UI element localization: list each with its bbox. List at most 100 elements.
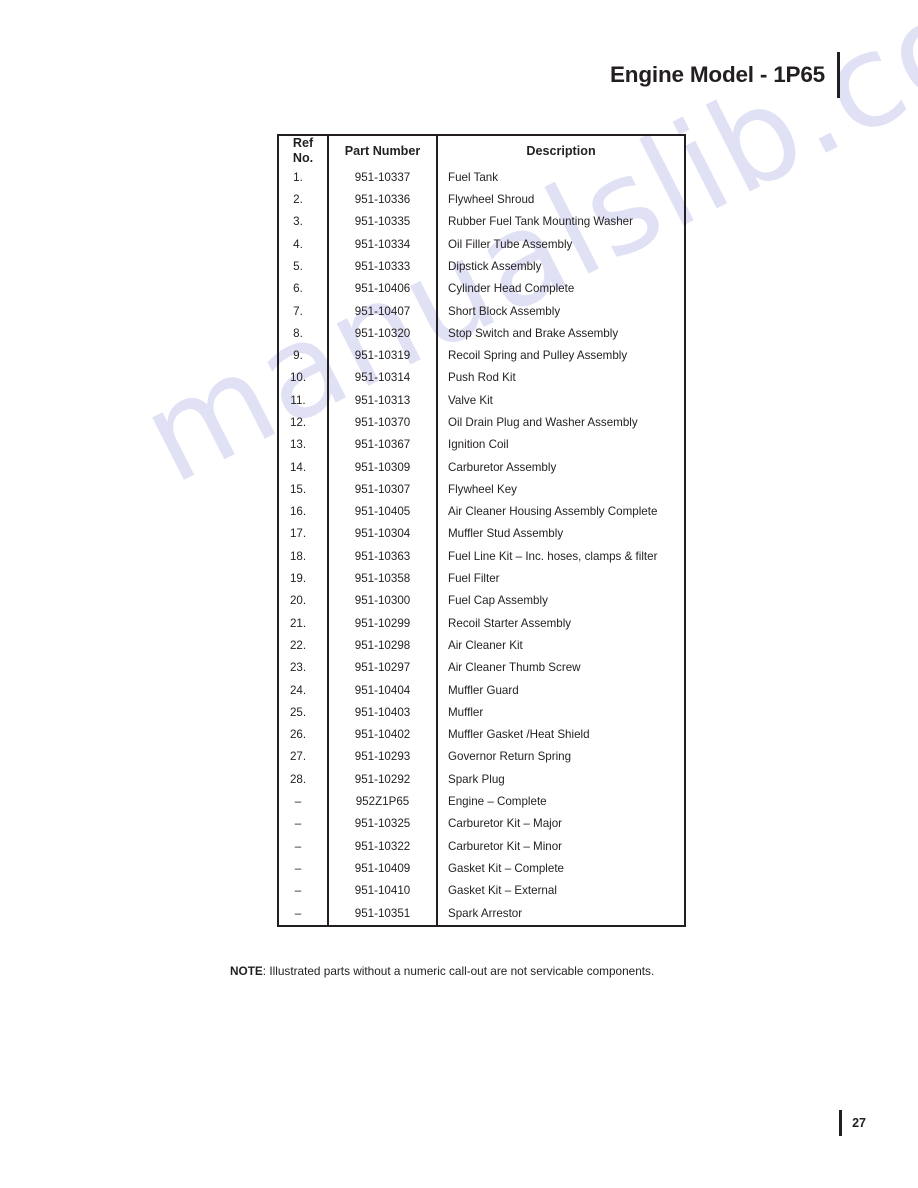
cell-part-number: 951-10298 bbox=[328, 634, 438, 658]
cell-ref-no: 1. bbox=[278, 166, 329, 190]
cell-description: Fuel Line Kit – Inc. hoses, clamps & fil… bbox=[448, 549, 658, 563]
cell-ref-no: 26. bbox=[278, 724, 329, 747]
table-row: 6. 951-10406 Cylinder Head Complete bbox=[278, 278, 685, 301]
cell-ref-no: 11. bbox=[278, 389, 329, 412]
cell-description: Spark Plug bbox=[448, 772, 505, 786]
note-line: NOTE: Illustrated parts without a numeri… bbox=[230, 964, 654, 978]
cell-part-number: 951-10314 bbox=[328, 367, 438, 390]
table-row: 11. 951-10313 Valve Kit bbox=[278, 389, 685, 412]
cell-description: Carburetor Assembly bbox=[448, 460, 557, 474]
cell-description: Recoil Starter Assembly bbox=[448, 616, 572, 630]
parts-table-body: 1. 951-10337 Fuel Tank 2. 951-10336 Flywheel … bbox=[278, 166, 685, 926]
cell-part-number: 951-10334 bbox=[328, 233, 438, 256]
cell-part-number: 951-10358 bbox=[328, 568, 438, 591]
cell-ref-no: 13. bbox=[278, 434, 329, 457]
cell-ref-no: 9. bbox=[278, 345, 329, 368]
cell-ref-no: 21. bbox=[278, 612, 329, 635]
column-header-part-number: Part Number bbox=[328, 135, 438, 167]
cell-description: Gasket Kit – External bbox=[448, 884, 557, 898]
cell-description: Flywheel Key bbox=[448, 482, 517, 496]
table-row: 17. 951-10304 Muffler Stud Assembly bbox=[278, 523, 685, 546]
page-title: Engine Model - 1P65 bbox=[610, 61, 825, 87]
cell-part-number: 951-10313 bbox=[328, 389, 438, 412]
cell-ref-no: 15. bbox=[278, 478, 329, 502]
cell-ref-no: 18. bbox=[278, 545, 329, 569]
cell-description: Governor Return Spring bbox=[448, 750, 572, 764]
cell-description: Carburetor Kit – Minor bbox=[448, 839, 563, 853]
cell-description: Air Cleaner Kit bbox=[448, 638, 523, 652]
parts-table-header: Ref No. Part Number Description bbox=[278, 135, 685, 167]
cell-part-number: 951-10406 bbox=[328, 278, 438, 301]
cell-ref-no: 12. bbox=[278, 411, 329, 435]
cell-part-number: 951-10367 bbox=[328, 434, 438, 457]
cell-part-number: 951-10297 bbox=[328, 657, 438, 680]
cell-ref-no: 16. bbox=[278, 501, 329, 524]
cell-ref-no: 6. bbox=[278, 278, 329, 301]
cell-ref-no: – bbox=[278, 902, 329, 926]
table-row: 24. 951-10404 Muffler Guard bbox=[278, 679, 685, 702]
cell-part-number: 951-10319 bbox=[328, 345, 438, 368]
cell-part-number: 951-10404 bbox=[328, 679, 438, 702]
cell-part-number: 951-10336 bbox=[328, 189, 438, 212]
cell-ref-no: – bbox=[278, 813, 329, 836]
page-header: Engine Model - 1P65 bbox=[610, 52, 840, 98]
cell-description: Fuel Cap Assembly bbox=[448, 594, 548, 608]
cell-part-number: 951-10335 bbox=[328, 211, 438, 234]
cell-ref-no: 3. bbox=[278, 211, 329, 234]
cell-part-number: 951-10300 bbox=[328, 590, 438, 613]
cell-description: Muffler Stud Assembly bbox=[448, 527, 564, 541]
cell-ref-no: 4. bbox=[278, 233, 329, 256]
cell-part-number: 951-10407 bbox=[328, 300, 438, 323]
table-row: 14. 951-10309 Carburetor Assembly bbox=[278, 456, 685, 479]
cell-ref-no: 27. bbox=[278, 746, 329, 769]
cell-ref-no: 2. bbox=[278, 189, 329, 212]
table-row: 10. 951-10314 Push Rod Kit bbox=[278, 367, 685, 390]
table-row: –951-10322 Carburetor Kit – Minor bbox=[278, 835, 685, 858]
page-number: 27 bbox=[852, 1115, 866, 1130]
cell-ref-no: 25. bbox=[278, 701, 329, 725]
column-header-description: Description bbox=[526, 143, 596, 158]
table-header-row: Ref No. Part Number Description bbox=[278, 135, 685, 167]
cell-description: Oil Filler Tube Assembly bbox=[448, 237, 573, 251]
cell-description: Rubber Fuel Tank Mounting Washer bbox=[448, 215, 633, 229]
cell-description: Muffler Gasket /Heat Shield bbox=[448, 728, 590, 742]
cell-description: Muffler Guard bbox=[448, 683, 519, 697]
table-row: 23. 951-10297 Air Cleaner Thumb Screw bbox=[278, 657, 685, 680]
table-row: 1. 951-10337 Fuel Tank bbox=[278, 166, 685, 190]
cell-description: Fuel Tank bbox=[448, 170, 499, 184]
cell-part-number: 951-10405 bbox=[328, 501, 438, 524]
table-row: 20. 951-10300 Fuel Cap Assembly bbox=[278, 590, 685, 613]
footer-rule bbox=[839, 1110, 843, 1136]
cell-ref-no: 10. bbox=[278, 367, 329, 390]
cell-description: Spark Arrestor bbox=[448, 906, 523, 920]
cell-description: Dipstick Assembly bbox=[448, 259, 542, 273]
table-row: 26. 951-10402 Muffler Gasket /Heat Shield bbox=[278, 724, 685, 747]
cell-ref-no: 28. bbox=[278, 768, 329, 792]
cell-description: Ignition Coil bbox=[448, 438, 509, 452]
document-page: manualslib.com Engine Model - 1P65 Ref N… bbox=[0, 0, 918, 1188]
column-header-ref-line1: Ref bbox=[292, 136, 314, 150]
cell-ref-no: – bbox=[278, 791, 329, 814]
table-row: 28. 951-10292 Spark Plug bbox=[278, 768, 685, 792]
table-row: –951-10409 Gasket Kit – Complete bbox=[278, 857, 685, 881]
cell-part-number: 951-10325 bbox=[328, 813, 438, 836]
cell-part-number: 951-10309 bbox=[328, 456, 438, 479]
cell-description: Oil Drain Plug and Washer Assembly bbox=[448, 415, 638, 429]
table-row: 21. 951-10299 Recoil Starter Assembly bbox=[278, 612, 685, 635]
cell-part-number: 951-10304 bbox=[328, 523, 438, 546]
cell-ref-no: – bbox=[278, 880, 329, 903]
column-header-ref-no: Ref No. bbox=[278, 135, 329, 167]
cell-description: Muffler bbox=[448, 705, 484, 719]
table-row: 7. 951-10407 Short Block Assembly bbox=[278, 300, 685, 323]
cell-part-number: 951-10337 bbox=[328, 166, 438, 190]
table-row: 4. 951-10334 Oil Filler Tube Assembly bbox=[278, 233, 685, 256]
table-row: 3. 951-10335 Rubber Fuel Tank Mounting Was… bbox=[278, 211, 685, 234]
cell-description: Engine – Complete bbox=[448, 795, 547, 809]
table-row: 2. 951-10336 Flywheel Shroud bbox=[278, 189, 685, 212]
cell-part-number: 951-10351 bbox=[328, 902, 438, 926]
table-row: 13. 951-10367 Ignition Coil bbox=[278, 434, 685, 457]
cell-description: Flywheel Shroud bbox=[448, 193, 535, 207]
cell-description: Carburetor Kit – Major bbox=[448, 817, 563, 831]
cell-description: Valve Kit bbox=[448, 393, 493, 407]
parts-table-container: Ref No. Part Number Description 1. 951-10… bbox=[277, 134, 686, 927]
